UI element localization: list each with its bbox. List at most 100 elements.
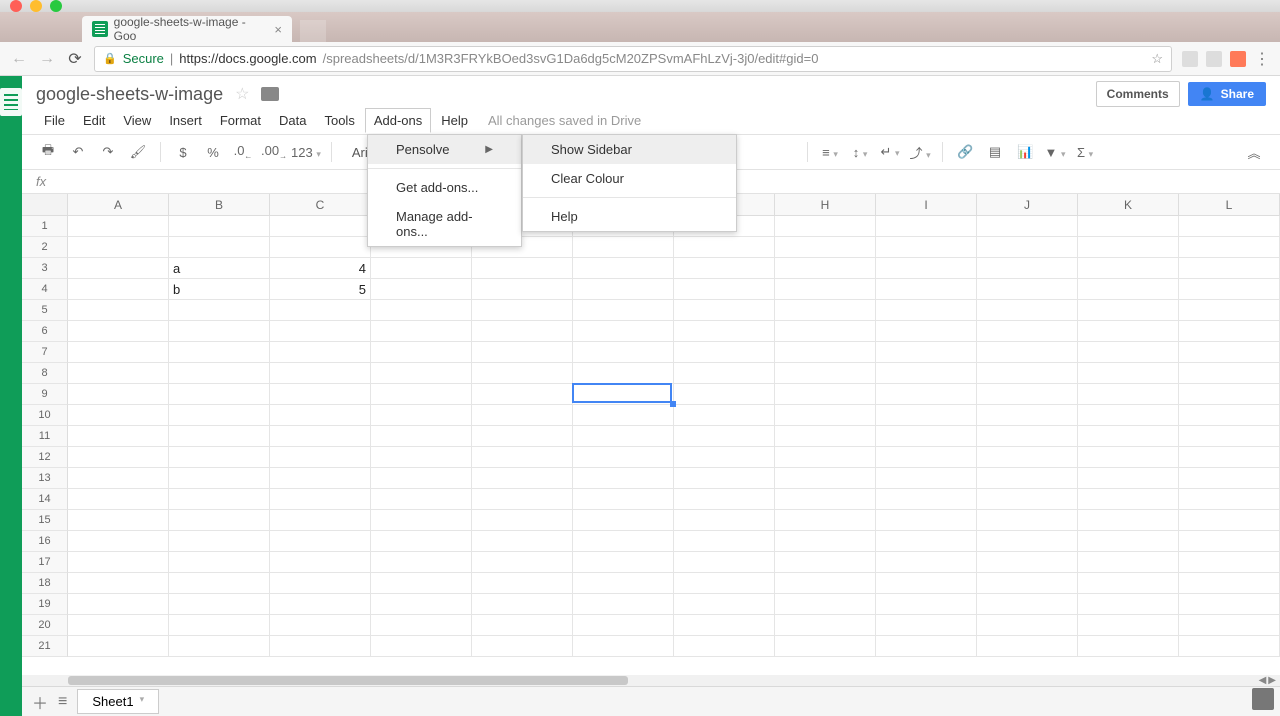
row-header[interactable]: 1 xyxy=(22,216,68,237)
cell[interactable] xyxy=(573,447,674,468)
explore-button[interactable] xyxy=(1252,688,1274,710)
cell[interactable] xyxy=(775,237,876,258)
cell[interactable] xyxy=(775,447,876,468)
cell[interactable] xyxy=(169,510,270,531)
cell[interactable] xyxy=(1179,426,1280,447)
select-all-corner[interactable] xyxy=(22,194,68,215)
cell[interactable] xyxy=(573,321,674,342)
cell[interactable] xyxy=(371,384,472,405)
cell[interactable] xyxy=(1078,258,1179,279)
col-header[interactable]: B xyxy=(169,194,270,215)
col-header[interactable]: I xyxy=(876,194,977,215)
cell[interactable] xyxy=(472,573,573,594)
cell[interactable] xyxy=(977,258,1078,279)
cell[interactable] xyxy=(270,321,371,342)
row-header[interactable]: 3 xyxy=(22,258,68,279)
cell[interactable] xyxy=(1078,489,1179,510)
cell[interactable] xyxy=(1179,468,1280,489)
cell[interactable] xyxy=(573,615,674,636)
cell[interactable] xyxy=(573,426,674,447)
cell[interactable] xyxy=(68,342,169,363)
cell[interactable] xyxy=(775,363,876,384)
cell[interactable] xyxy=(169,363,270,384)
row-header[interactable]: 2 xyxy=(22,237,68,258)
cell[interactable] xyxy=(775,321,876,342)
pensolve-help-item[interactable]: Help xyxy=(523,202,736,231)
cell[interactable] xyxy=(1179,405,1280,426)
comment-icon[interactable]: ▤ xyxy=(983,144,1007,160)
cell[interactable] xyxy=(775,573,876,594)
cell[interactable] xyxy=(876,300,977,321)
cell[interactable] xyxy=(573,300,674,321)
cell[interactable] xyxy=(270,447,371,468)
cell[interactable] xyxy=(1078,321,1179,342)
forward-button[interactable]: → xyxy=(38,50,56,68)
doc-title[interactable]: google-sheets-w-image xyxy=(36,84,223,105)
cell[interactable] xyxy=(270,594,371,615)
h-align-icon[interactable]: ≡ ▾ xyxy=(818,145,842,160)
cell[interactable] xyxy=(68,636,169,657)
cell[interactable]: b xyxy=(169,279,270,300)
cell[interactable] xyxy=(169,594,270,615)
cell[interactable] xyxy=(270,405,371,426)
cell[interactable] xyxy=(371,363,472,384)
cell[interactable] xyxy=(472,384,573,405)
menu-edit[interactable]: Edit xyxy=(75,109,113,132)
menu-view[interactable]: View xyxy=(115,109,159,132)
cell[interactable] xyxy=(371,510,472,531)
cell[interactable] xyxy=(472,279,573,300)
cell[interactable] xyxy=(371,468,472,489)
cell[interactable] xyxy=(775,594,876,615)
browser-tab[interactable]: google-sheets-w-image - Goo × xyxy=(82,16,292,42)
cell[interactable] xyxy=(876,594,977,615)
cell[interactable] xyxy=(573,258,674,279)
cell[interactable] xyxy=(169,552,270,573)
cell[interactable] xyxy=(573,384,674,405)
cell[interactable] xyxy=(472,636,573,657)
cell[interactable] xyxy=(472,510,573,531)
cell[interactable] xyxy=(169,426,270,447)
hubspot-ext-icon[interactable] xyxy=(1230,51,1246,67)
cell[interactable] xyxy=(977,426,1078,447)
cell[interactable] xyxy=(1078,468,1179,489)
cell[interactable] xyxy=(472,447,573,468)
cell[interactable] xyxy=(876,384,977,405)
cell[interactable] xyxy=(68,405,169,426)
cell[interactable] xyxy=(876,510,977,531)
cell[interactable] xyxy=(68,258,169,279)
col-header[interactable]: C xyxy=(270,194,371,215)
cell[interactable] xyxy=(1179,363,1280,384)
cell[interactable] xyxy=(169,468,270,489)
add-sheet-button[interactable]: ＋ xyxy=(32,690,48,714)
cell[interactable] xyxy=(1179,258,1280,279)
cell[interactable] xyxy=(472,615,573,636)
sheet-tab[interactable]: Sheet1 ▾ xyxy=(77,689,159,714)
cell[interactable]: a xyxy=(169,258,270,279)
cell[interactable] xyxy=(371,279,472,300)
cell[interactable] xyxy=(270,615,371,636)
col-header[interactable]: H xyxy=(775,194,876,215)
cell[interactable] xyxy=(169,405,270,426)
cell[interactable] xyxy=(270,342,371,363)
cell[interactable] xyxy=(371,447,472,468)
cell[interactable] xyxy=(371,594,472,615)
cell[interactable] xyxy=(169,573,270,594)
rotate-icon[interactable]: ⤴ ▾ xyxy=(908,143,932,162)
move-folder-icon[interactable] xyxy=(261,87,279,101)
cell[interactable] xyxy=(68,573,169,594)
print-icon[interactable]: 🖶 xyxy=(36,141,60,163)
cell[interactable] xyxy=(674,279,775,300)
cell[interactable] xyxy=(472,300,573,321)
cell[interactable]: 5 xyxy=(270,279,371,300)
decrease-decimal-button[interactable]: .0← xyxy=(231,143,255,161)
cell[interactable] xyxy=(876,468,977,489)
cell[interactable] xyxy=(371,531,472,552)
cell[interactable] xyxy=(876,342,977,363)
user-ext-icon[interactable] xyxy=(1206,51,1222,67)
cell[interactable] xyxy=(775,300,876,321)
cell[interactable] xyxy=(472,321,573,342)
cell[interactable] xyxy=(674,531,775,552)
row-header[interactable]: 8 xyxy=(22,363,68,384)
cell[interactable] xyxy=(472,363,573,384)
cell[interactable] xyxy=(1078,216,1179,237)
